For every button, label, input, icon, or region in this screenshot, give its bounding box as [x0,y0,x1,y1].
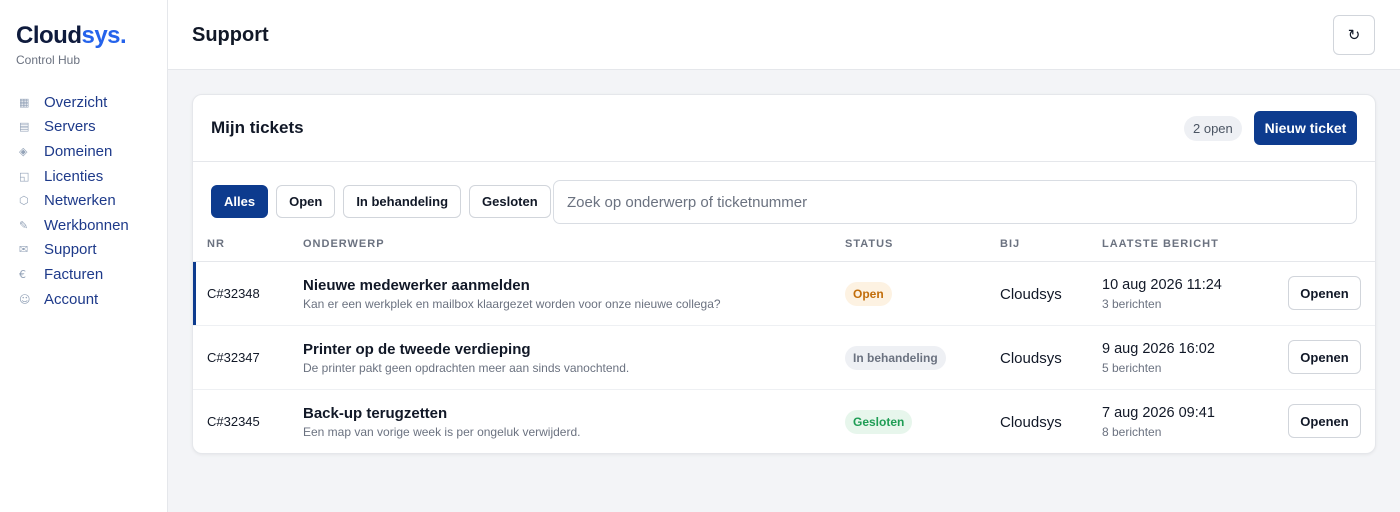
ticket-description: De printer pakt geen opdrachten meer aan… [303,361,630,375]
sidebar-item-domeinen[interactable]: ◈ Domeinen [0,139,167,164]
ticket-number: C#32345 [207,414,260,429]
user-icon: ☺ [19,292,31,306]
message-count: 5 berichten [1102,361,1162,375]
sidebar-item-label: Servers [44,118,96,136]
card-header: Mijn tickets 2 open Nieuw ticket [193,95,1375,162]
mail-icon: ✉ [19,243,29,257]
ticket-subject[interactable]: Nieuwe medewerker aanmelden [303,277,530,294]
column-header-nr[interactable]: NR [207,238,225,250]
server-icon: ▤ [19,120,30,134]
ticket-number: C#32347 [207,350,260,365]
tickets-card: Mijn tickets 2 open Nieuw ticket Alles O… [192,94,1376,454]
status-badge: Open [845,282,892,306]
filter-closed[interactable]: Gesloten [469,185,551,218]
table-row[interactable]: C#32348 Nieuwe medewerker aanmelden Kan … [193,262,1375,326]
topbar: Support ↻ [168,0,1400,70]
sidebar-item-label: Netwerken [44,192,116,210]
diamond-icon: ◈ [19,144,28,158]
brand-name-accent: sys. [81,22,127,49]
filter-all[interactable]: Alles [211,185,269,218]
column-header-bij[interactable]: BIJ [1000,238,1020,250]
column-header-status[interactable]: STATUS [845,238,893,250]
sidebar-item-label: Account [44,290,99,308]
column-header-subject[interactable]: ONDERWERP [303,238,385,250]
search-input[interactable] [553,180,1357,224]
sidebar-item-label: Domeinen [44,142,113,160]
last-message-date: 9 aug 2026 16:02 [1102,341,1215,357]
sidebar-item-label: Overzicht [44,93,108,111]
network-icon: ⬡ [19,194,29,208]
brand-name: Cloud [16,22,82,49]
grid-icon: ▦ [19,95,30,109]
sidebar-item-netwerken[interactable]: ⬡ Netwerken [0,188,167,213]
card-title: Mijn tickets [211,118,304,137]
refresh-icon: ↻ [1347,26,1361,44]
ticket-assignee: Cloudsys [1000,350,1062,367]
wrench-icon: ✎ [19,218,29,232]
sidebar-item-overzicht[interactable]: ▦ Overzicht [0,90,167,115]
sidebar-item-werkbonnen[interactable]: ✎ Werkbonnen [0,213,167,238]
open-ticket-button[interactable]: Openen [1288,340,1361,374]
sidebar-nav: ▦ Overzicht ▤ Servers ◈ Domeinen ◱ Licenties… [0,90,167,311]
open-count-badge: 2 open [1184,116,1242,141]
filter-in-progress[interactable]: In behandeling [343,185,462,218]
ticket-description: Een map van vorige week is per ongeluk v… [303,425,581,439]
open-ticket-button[interactable]: Openen [1288,404,1361,438]
sidebar-item-label: Licenties [44,167,104,185]
open-ticket-button[interactable]: Openen [1288,276,1361,310]
message-count: 3 berichten [1102,297,1162,311]
message-count: 8 berichten [1102,425,1162,439]
table-row[interactable]: C#32347 Printer op de tweede verdieping … [193,326,1375,390]
column-header-last-message[interactable]: LAATSTE BERICHT [1102,238,1219,250]
ticket-assignee: Cloudsys [1000,414,1062,431]
page-title: Support [192,24,269,46]
table-row[interactable]: C#32345 Back-up terugzetten Een map van … [193,390,1375,453]
table-header: NR ONDERWERP STATUS BIJ LAATSTE BERICHT [193,230,1375,262]
ticket-assignee: Cloudsys [1000,286,1062,303]
brand-subtitle: Control Hub [16,53,81,67]
sidebar-item-licenties[interactable]: ◱ Licenties [0,164,167,189]
last-message-date: 7 aug 2026 09:41 [1102,405,1215,421]
ticket-number: C#32348 [207,286,260,301]
sidebar: Cloudsys. Control Hub ▦ Overzicht ▤ Server… [0,0,168,512]
sidebar-item-label: Facturen [44,265,104,283]
sidebar-item-facturen[interactable]: € Facturen [0,262,167,287]
euro-icon: € [19,267,26,281]
sidebar-item-label: Support [44,241,97,259]
ticket-description: Kan er een werkplek en mailbox klaargeze… [303,297,721,311]
sidebar-item-servers[interactable]: ▤ Servers [0,115,167,140]
last-message-date: 10 aug 2026 11:24 [1102,277,1222,293]
new-ticket-button[interactable]: Nieuw ticket [1254,111,1357,145]
status-badge: In behandeling [845,346,946,370]
license-icon: ◱ [19,169,30,183]
sidebar-item-label: Werkbonnen [44,216,129,234]
filter-open[interactable]: Open [276,185,336,218]
sidebar-item-account[interactable]: ☺ Account [0,287,167,312]
ticket-subject[interactable]: Printer op de tweede verdieping [303,341,531,358]
ticket-subject[interactable]: Back-up terugzetten [303,405,447,422]
filter-bar: Alles Open In behandeling Gesloten [211,185,551,218]
sidebar-item-support[interactable]: ✉ Support [0,238,167,263]
refresh-button[interactable]: ↻ [1333,15,1375,55]
status-badge: Gesloten [845,410,913,434]
brand-logo[interactable]: Cloudsys. [16,22,127,50]
